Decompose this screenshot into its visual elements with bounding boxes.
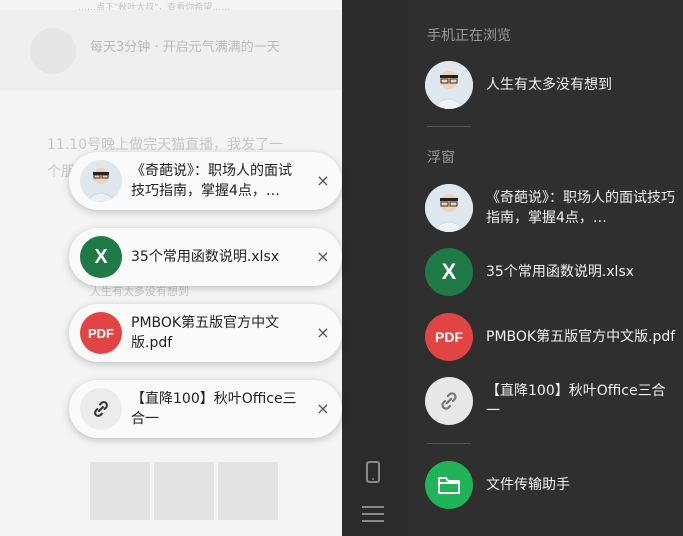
panel-item-label: 35个常用函数说明.xlsx [486,264,635,280]
browsing-item[interactable]: 人生有太多没有想到 [425,61,675,111]
pdf-icon: PDF [425,313,473,361]
side-strip [342,0,408,536]
float-panel: 手机正在浏览 人生有太多没有想到 浮窗 《奇葩说》：职场人的面试技巧指南，掌握4… [408,0,683,536]
bg-thumbnail [154,462,214,520]
bg-header: 每天3分钟 · 开启元气满满的一天 [0,10,342,90]
card-label: 【直降100】秋叶Office三合一 [131,391,297,427]
close-icon[interactable]: × [313,323,333,343]
card-label: PMBOK第五版官方中文版.pdf [131,315,280,351]
float-card[interactable]: 【直降100】秋叶Office三合一 × [69,380,342,438]
excel-icon: X [80,236,122,278]
file-transfer-item[interactable]: 文件传输助手 [425,461,675,511]
bg-article-text: 11.10号晚上做完天猫直播，我发了一 [47,137,284,153]
panel-item[interactable]: PDF PMBOK第五版官方中文版.pdf [425,313,675,363]
excel-icon: X [425,248,473,296]
bg-subtitle: 每天3分钟 · 开启元气满满的一天 [90,40,280,55]
float-card[interactable]: 《奇葩说》：职场人的面试技巧指南，掌握4点，… × [69,152,342,210]
divider [427,126,471,127]
card-label: 35个常用函数说明.xlsx [131,249,280,265]
link-icon [80,388,122,430]
menu-icon[interactable] [362,506,384,522]
float-section-title: 浮窗 [427,150,455,166]
panel-item-label: PMBOK第五版官方中文版.pdf [486,329,676,345]
link-icon [425,377,473,425]
panel-item-label: 【直降100】秋叶Office三合一 [486,383,666,419]
close-icon[interactable]: × [313,171,333,191]
bg-avatar [30,28,76,74]
card-label: 《奇葩说》：职场人的面试技巧指南，掌握4点，… [131,163,292,199]
panel-item[interactable]: X 35个常用函数说明.xlsx [425,248,675,298]
file-transfer-label: 文件传输助手 [486,477,570,493]
divider [427,443,471,444]
bg-thumbnail [90,462,150,520]
phone-icon[interactable] [366,461,380,483]
avatar-icon [425,61,473,109]
close-icon[interactable]: × [313,247,333,267]
avatar-icon [80,160,122,202]
float-card[interactable]: PDF PMBOK第五版官方中文版.pdf × [69,304,342,362]
float-card[interactable]: X 35个常用函数说明.xlsx × [69,228,342,286]
browsing-section-title: 手机正在浏览 [427,28,511,44]
close-icon[interactable]: × [313,399,333,419]
panel-item-label: 《奇葩说》：职场人的面试技巧指南，掌握4点，… [486,190,675,226]
bg-thumbnail [218,462,278,520]
pdf-icon: PDF [80,312,122,354]
folder-icon [425,461,473,509]
browsing-item-label: 人生有太多没有想到 [486,77,612,93]
panel-item[interactable]: 《奇葩说》：职场人的面试技巧指南，掌握4点，… [425,184,675,234]
panel-item[interactable]: 【直降100】秋叶Office三合一 [425,377,675,427]
avatar-icon [425,184,473,232]
